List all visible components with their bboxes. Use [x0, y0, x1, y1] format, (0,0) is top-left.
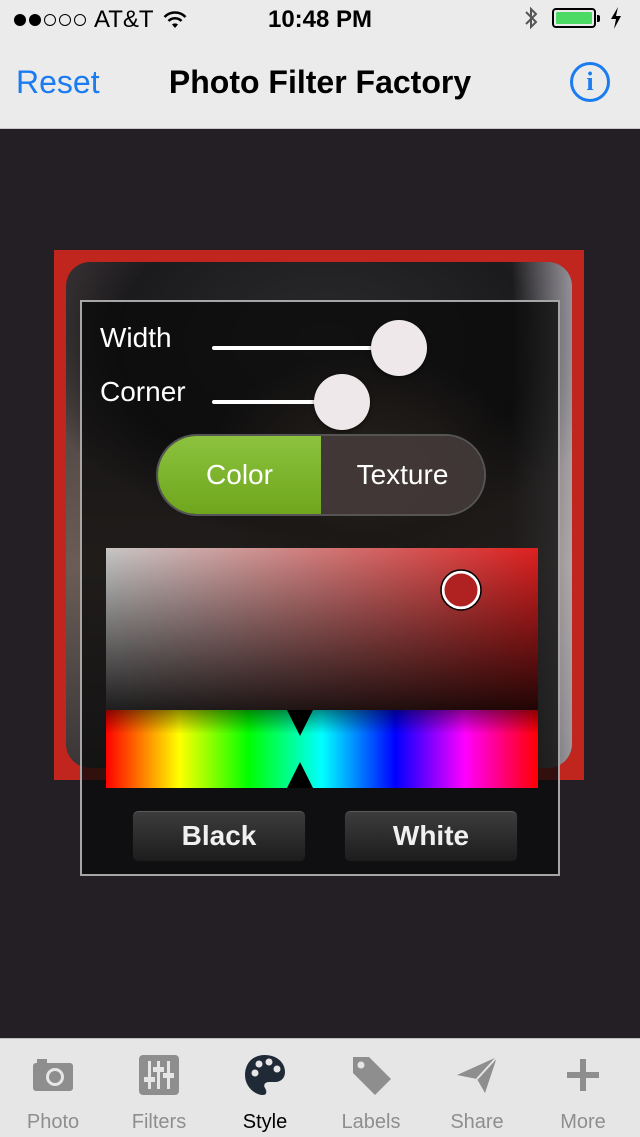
- hue-slider[interactable]: [106, 710, 538, 788]
- width-label: Width: [100, 322, 172, 353]
- black-button[interactable]: Black: [132, 810, 306, 862]
- color-texture-toggle: Color Texture: [156, 434, 486, 516]
- sliders-icon: [139, 1055, 179, 1095]
- navigation-bar: Reset Photo Filter Factory i: [0, 40, 640, 129]
- info-icon: i: [586, 67, 594, 96]
- status-right: [524, 6, 622, 30]
- tab-label: Photo: [26, 1111, 80, 1133]
- tab-color[interactable]: Color: [158, 436, 321, 514]
- camera-icon: [33, 1059, 73, 1091]
- battery-icon: [552, 8, 600, 28]
- page-title: Photo Filter Factory: [168, 64, 472, 100]
- width-slider-knob[interactable]: [370, 320, 427, 376]
- hue-slider-marker[interactable]: [287, 710, 314, 788]
- tab-style[interactable]: Style: [212, 1039, 318, 1137]
- tab-photo[interactable]: Photo: [0, 1039, 106, 1137]
- tab-more[interactable]: More: [530, 1039, 636, 1137]
- tab-label: Filters: [131, 1111, 187, 1133]
- status-bar: AT&T 10:48 PM: [0, 0, 640, 40]
- tab-texture[interactable]: Texture: [321, 436, 484, 514]
- corner-slider-knob[interactable]: [314, 374, 371, 430]
- tab-label: More: [560, 1111, 606, 1133]
- white-button[interactable]: White: [344, 810, 518, 862]
- corner-label: Corner: [100, 376, 186, 407]
- tab-label: Labels: [341, 1111, 401, 1133]
- charging-icon: [611, 7, 621, 29]
- palette-icon: [245, 1055, 285, 1095]
- tab-share[interactable]: Share: [424, 1039, 530, 1137]
- color-selector-handle[interactable]: [441, 570, 481, 610]
- bluetooth-icon: [525, 6, 538, 30]
- tab-label: Share: [450, 1111, 504, 1133]
- tab-label: Style: [242, 1111, 288, 1133]
- style-panel: Width Corner Color Texture Black White: [80, 300, 560, 876]
- tag-icon: [353, 1057, 391, 1095]
- info-button[interactable]: i: [570, 62, 610, 102]
- plus-icon: [567, 1059, 599, 1091]
- tab-labels[interactable]: Labels: [318, 1039, 424, 1137]
- send-icon: [457, 1056, 498, 1093]
- tab-filters[interactable]: Filters: [106, 1039, 212, 1137]
- tab-bar: Photo Filters Style Labels Share More: [0, 1038, 640, 1137]
